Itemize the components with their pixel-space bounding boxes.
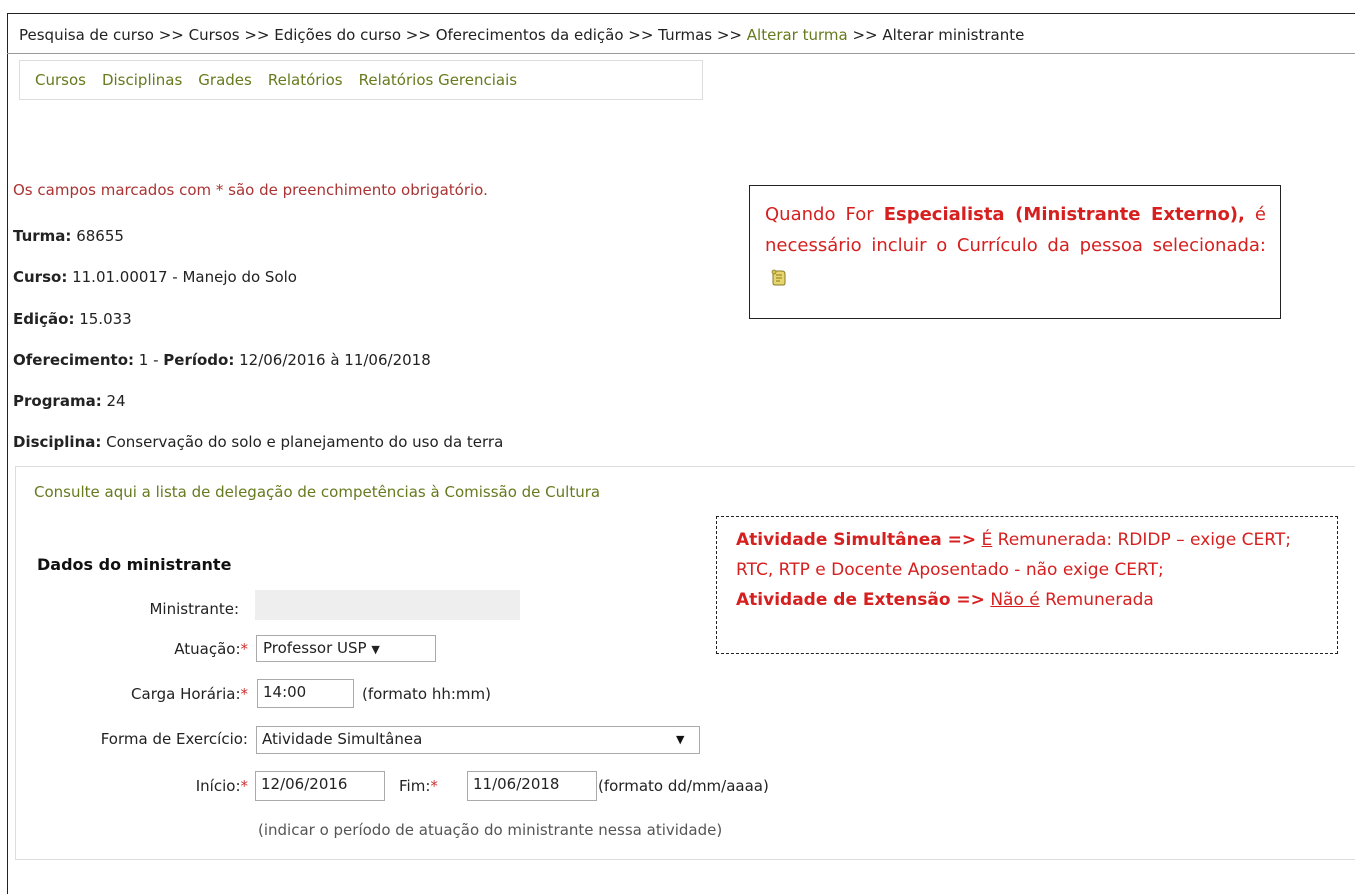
info-disciplina-label: Disciplina: [13,433,102,451]
info-turma-label: Turma: [13,227,72,245]
data-format-hint: (formato dd/mm/aaaa) [598,777,769,795]
carga-horaria-required-mark: * [240,685,249,703]
callout1-strong: Especialista (Ministrante Externo), [883,204,1245,225]
carga-horaria-input[interactable]: 14:00 [257,679,354,708]
carga-horaria-label-text: Carga Horária: [131,685,241,703]
delegacao-link[interactable]: Consulte aqui a lista de delegação de co… [34,483,600,501]
ministrante-field [255,590,520,620]
info-oferecimento-value: 1 - [134,351,164,369]
info-disciplina: Disciplina: Conservação do solo e planej… [13,433,503,451]
callout1-text-start: Quando For [765,204,884,225]
menu-item-cursos[interactable]: Cursos [35,71,86,89]
info-oferecimento: Oferecimento: 1 - Período: 12/06/2016 à … [13,351,431,369]
carga-horaria-label: Carga Horária:* [131,685,248,703]
info-periodo-label: Período: [163,351,235,369]
forma-exercicio-label: Forma de Exercício: [100,730,248,748]
fim-label: Fim:* [399,777,438,795]
atuacao-label-text: Atuação: [174,640,241,658]
info-edicao: Edição: 15.033 [13,310,132,328]
atuacao-required-mark: * [240,640,249,658]
callout2-line3-underline: Não é [990,590,1040,610]
forma-exercicio-selected-value: Atividade Simultânea [262,730,423,748]
info-programa-value: 24 [101,392,126,410]
menu-item-disciplinas[interactable]: Disciplinas [102,71,182,89]
menu-item-relatorios[interactable]: Relatórios [268,71,343,89]
ministrante-label: Ministrante: [149,600,239,618]
breadcrumb: Pesquisa de curso >> Cursos >> Edições d… [19,26,1024,44]
breadcrumb-path: Pesquisa de curso >> Cursos >> Edições d… [19,26,747,44]
top-menu: Cursos Disciplinas Grades Relatórios Rel… [19,60,703,100]
info-curso: Curso: 11.01.00017 - Manejo do Solo [13,268,297,286]
atuacao-select[interactable]: Professor USP ▼ [256,635,436,662]
callout2-line3-strong: Atividade de Extensão => [736,590,985,610]
menu-item-relatorios-gerenciais[interactable]: Relatórios Gerenciais [359,71,518,89]
info-disciplina-value: Conservação do solo e planejamento do us… [101,433,504,451]
callout2-line1-underline: É [981,530,993,550]
section-title-dados-ministrante: Dados do ministrante [37,555,232,574]
info-programa: Programa: 24 [13,392,126,410]
info-turma: Turma: 68655 [13,227,124,245]
inicio-required-mark: * [240,777,249,795]
info-oferecimento-label: Oferecimento: [13,351,135,369]
breadcrumb-current: >> Alterar ministrante [847,26,1025,44]
info-programa-label: Programa: [13,392,102,410]
info-turma-value: 68655 [71,227,124,245]
fim-required-mark: * [430,777,438,795]
atuacao-selected-value: Professor USP [263,639,367,657]
callout2-line1-rest: Remunerada: RDIDP – exige CERT; [992,530,1291,550]
breadcrumb-link-alterar-turma[interactable]: Alterar turma [747,26,848,44]
periodo-atuacao-hint: (indicar o período de atuação do ministr… [258,821,723,839]
inicio-date-input[interactable]: 12/06/2016 [255,771,385,801]
chevron-down-icon: ▼ [371,643,380,656]
callout2-line2: RTC, RTP e Docente Aposentado - não exig… [736,560,1164,580]
callout2-line1: Atividade Simultânea => É Remunerada: RD… [736,525,1327,555]
callout2-line3-rest: Remunerada [1039,590,1154,610]
info-curso-label: Curso: [13,268,68,286]
callout2-line1-strong: Atividade Simultânea => [736,530,977,550]
inicio-label-text: Início: [195,777,241,795]
fim-date-input[interactable]: 11/06/2018 [467,771,597,801]
scroll-icon [769,267,789,287]
callout2-line3: Atividade de Extensão => Não é Remunerad… [736,585,1327,615]
info-curso-value: 11.01.00017 - Manejo do Solo [67,268,297,286]
especialista-callout: Quando For Especialista (Ministrante Ext… [749,185,1281,319]
inicio-label: Início:* [196,777,248,795]
forma-exercicio-select[interactable]: Atividade Simultânea [256,726,700,754]
info-edicao-label: Edição: [13,310,75,328]
atividade-callout: Atividade Simultânea => É Remunerada: RD… [716,516,1338,654]
breadcrumb-divider [7,53,1355,54]
atuacao-label: Atuação:* [174,640,248,658]
required-fields-note: Os campos marcados com * são de preenchi… [13,181,488,199]
fim-label-text: Fim: [399,777,431,795]
info-periodo-value: 12/06/2016 à 11/06/2018 [234,351,431,369]
carga-horaria-hint: (formato hh:mm) [362,685,491,703]
chevron-down-icon: ▼ [676,733,685,746]
info-edicao-value: 15.033 [74,310,132,328]
menu-item-grades[interactable]: Grades [198,71,252,89]
